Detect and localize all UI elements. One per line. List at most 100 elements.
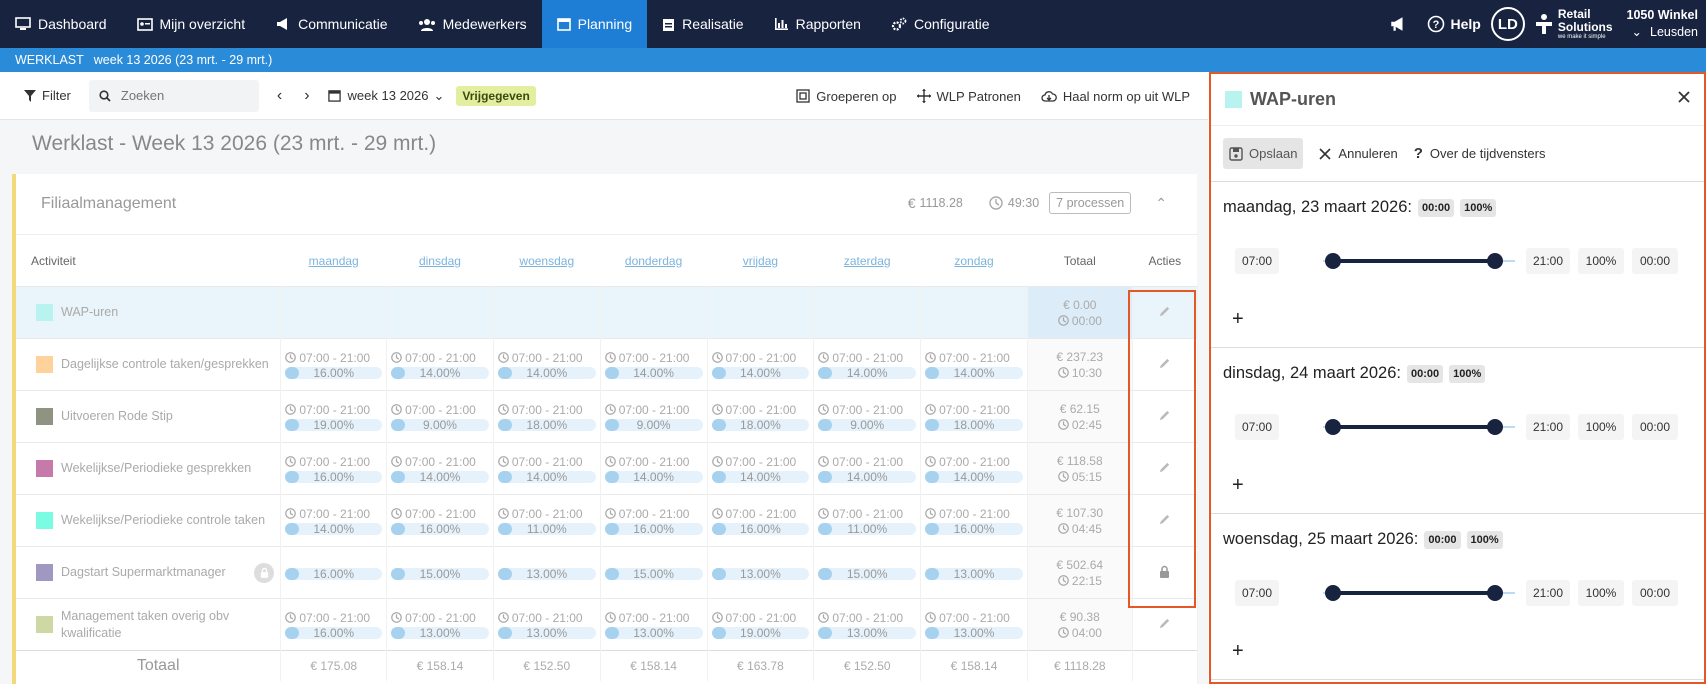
start-time-field[interactable]: 07:00 xyxy=(1235,248,1279,274)
day-cell[interactable] xyxy=(493,286,601,339)
day-cell[interactable]: 07:00 - 21:00 11.00% xyxy=(493,494,601,547)
table-row[interactable]: WAP-uren € 0.00 00:00 xyxy=(16,286,1199,339)
day-cell[interactable]: 13.00% xyxy=(707,546,815,599)
day-cell[interactable] xyxy=(707,286,815,339)
slider-start-handle[interactable] xyxy=(1325,253,1341,269)
start-time-field[interactable]: 07:00 xyxy=(1235,580,1279,606)
table-row[interactable]: Wekelijkse/Periodieke gesprekken 07:00 - … xyxy=(16,442,1199,495)
close-button[interactable] xyxy=(1678,90,1690,108)
day-cell[interactable]: 07:00 - 21:00 14.00% xyxy=(707,338,815,391)
day-cell[interactable]: 07:00 - 21:00 16.00% xyxy=(386,494,494,547)
slider-end-handle[interactable] xyxy=(1487,253,1503,269)
day-cell[interactable]: 07:00 - 21:00 9.00% xyxy=(386,390,494,443)
table-row[interactable]: Management taken overig obv kwalificatie… xyxy=(16,598,1199,651)
header-day-wed[interactable]: woensdag xyxy=(519,254,574,268)
megaphone-icon[interactable] xyxy=(1389,16,1407,32)
add-timewindow-button[interactable]: + xyxy=(1232,640,1244,663)
table-row[interactable]: Wekelijkse/Periodieke controle taken 07:0… xyxy=(16,494,1199,547)
header-day-mon[interactable]: maandag xyxy=(309,254,359,268)
duration-field[interactable]: 00:00 xyxy=(1632,580,1678,606)
end-time-field[interactable]: 21:00 xyxy=(1526,580,1570,606)
table-row[interactable]: Dagelijkse controle taken/gesprekken 07:0… xyxy=(16,338,1199,391)
percentage-field[interactable]: 100% xyxy=(1578,248,1624,274)
prev-week-button[interactable]: ‹ xyxy=(277,87,282,105)
day-cell[interactable]: 15.00% xyxy=(600,546,708,599)
day-cell[interactable]: 07:00 - 21:00 14.00% xyxy=(813,338,922,391)
slider-end-handle[interactable] xyxy=(1487,585,1503,601)
header-day-fri[interactable]: vrijdag xyxy=(743,254,778,268)
table-row[interactable]: Uitvoeren Rode Stip 07:00 - 21:00 19.00% 07… xyxy=(16,390,1199,443)
day-cell[interactable]: 07:00 - 21:00 19.00% xyxy=(280,390,388,443)
day-cell[interactable]: 07:00 - 21:00 14.00% xyxy=(920,442,1028,495)
day-cell[interactable]: 07:00 - 21:00 19.00% xyxy=(707,598,815,651)
nav-rapporten[interactable]: Rapporten xyxy=(759,0,876,48)
cancel-button[interactable]: Annuleren xyxy=(1319,146,1398,161)
day-cell[interactable]: 07:00 - 21:00 16.00% xyxy=(920,494,1028,547)
add-timewindow-button[interactable]: + xyxy=(1232,308,1244,331)
chevron-up-icon[interactable]: ⌃ xyxy=(1155,195,1167,212)
duration-field[interactable]: 00:00 xyxy=(1632,414,1678,440)
percentage-field[interactable]: 100% xyxy=(1578,580,1624,606)
about-timewindows-button[interactable]: ? Over de tijdvensters xyxy=(1414,145,1546,162)
table-row[interactable]: Dagstart Supermarktmanager 16.00% 15.00% 13… xyxy=(16,546,1199,599)
day-cell[interactable]: 15.00% xyxy=(813,546,922,599)
day-cell[interactable]: 07:00 - 21:00 16.00% xyxy=(280,338,388,391)
next-week-button[interactable]: › xyxy=(304,87,309,105)
store-selector[interactable]: 1050 Winkel ⌄ Leusden xyxy=(1627,7,1698,41)
day-cell[interactable]: 13.00% xyxy=(493,546,601,599)
day-cell[interactable]: 07:00 - 21:00 18.00% xyxy=(493,390,601,443)
processes-badge[interactable]: 7 processen xyxy=(1049,192,1132,214)
day-cell[interactable]: 07:00 - 21:00 13.00% xyxy=(920,598,1028,651)
day-cell[interactable]: 07:00 - 21:00 16.00% xyxy=(707,494,815,547)
day-cell[interactable]: 07:00 - 21:00 14.00% xyxy=(493,442,601,495)
group-by-button[interactable]: Groeperen op xyxy=(796,89,897,104)
save-button[interactable]: Opslaan xyxy=(1223,138,1304,169)
help-button[interactable]: ? Help xyxy=(1427,15,1481,33)
fetch-norm-button[interactable]: Haal norm op uit WLP xyxy=(1041,89,1190,104)
day-cell[interactable]: 07:00 - 21:00 14.00% xyxy=(920,338,1028,391)
wlp-patterns-button[interactable]: WLP Patronen xyxy=(916,89,1021,104)
day-cell[interactable]: 07:00 - 21:00 13.00% xyxy=(813,598,922,651)
header-day-sun[interactable]: zondag xyxy=(954,254,993,268)
day-cell[interactable]: 07:00 - 21:00 14.00% xyxy=(707,442,815,495)
day-cell[interactable]: 07:00 - 21:00 18.00% xyxy=(920,390,1028,443)
day-cell[interactable]: 07:00 - 21:00 16.00% xyxy=(280,442,388,495)
slider-end-handle[interactable] xyxy=(1487,419,1503,435)
day-cell[interactable]: 07:00 - 21:00 13.00% xyxy=(386,598,494,651)
day-cell[interactable]: 07:00 - 21:00 14.00% xyxy=(600,338,708,391)
avatar[interactable]: LD xyxy=(1490,7,1525,41)
day-cell[interactable]: 13.00% xyxy=(920,546,1028,599)
day-cell[interactable]: 07:00 - 21:00 18.00% xyxy=(707,390,815,443)
day-cell[interactable]: 07:00 - 21:00 14.00% xyxy=(386,442,494,495)
day-cell[interactable] xyxy=(600,286,708,339)
end-time-field[interactable]: 21:00 xyxy=(1526,414,1570,440)
nav-medewerkers[interactable]: Medewerkers xyxy=(403,0,542,48)
day-cell[interactable] xyxy=(280,286,388,339)
day-cell[interactable]: 07:00 - 21:00 14.00% xyxy=(386,338,494,391)
day-cell[interactable]: 07:00 - 21:00 13.00% xyxy=(600,598,708,651)
day-cell[interactable]: 07:00 - 21:00 14.00% xyxy=(493,338,601,391)
day-cell[interactable]: 07:00 - 21:00 14.00% xyxy=(813,442,922,495)
day-cell[interactable]: 07:00 - 21:00 16.00% xyxy=(280,598,388,651)
nav-planning[interactable]: Planning xyxy=(541,0,648,48)
nav-configuratie[interactable]: Configuratie xyxy=(876,0,1005,48)
day-cell[interactable] xyxy=(920,286,1028,339)
header-day-tue[interactable]: dinsdag xyxy=(419,254,461,268)
header-day-sat[interactable]: zaterdag xyxy=(844,254,891,268)
day-cell[interactable]: 07:00 - 21:00 16.00% xyxy=(600,494,708,547)
day-cell[interactable]: 07:00 - 21:00 11.00% xyxy=(813,494,922,547)
header-day-thu[interactable]: donderdag xyxy=(625,254,682,268)
slider-start-handle[interactable] xyxy=(1325,419,1341,435)
day-cell[interactable] xyxy=(386,286,494,339)
slider-start-handle[interactable] xyxy=(1325,585,1341,601)
day-cell[interactable]: 07:00 - 21:00 14.00% xyxy=(280,494,388,547)
day-cell[interactable]: 07:00 - 21:00 9.00% xyxy=(813,390,922,443)
nav-dashboard[interactable]: Dashboard xyxy=(0,0,122,48)
end-time-field[interactable]: 21:00 xyxy=(1526,248,1570,274)
search-input[interactable] xyxy=(120,88,241,103)
day-cell[interactable] xyxy=(813,286,922,339)
nav-mijn-overzicht[interactable]: Mijn overzicht xyxy=(122,0,261,48)
day-cell[interactable]: 07:00 - 21:00 14.00% xyxy=(600,442,708,495)
day-cell[interactable]: 16.00% xyxy=(280,546,388,599)
nav-realisatie[interactable]: Realisatie xyxy=(647,0,758,48)
